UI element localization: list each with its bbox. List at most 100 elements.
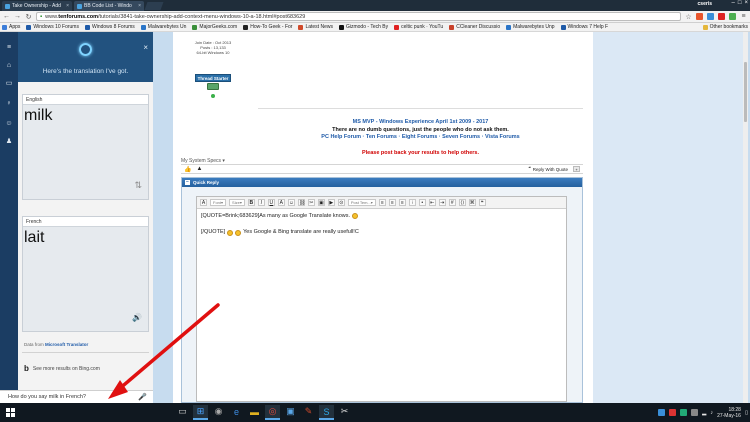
ordered-list-icon[interactable]: ⁝ [408, 199, 416, 206]
bookmark-item[interactable]: celtic punk · YouTu [394, 24, 443, 30]
align-center-icon[interactable]: ≡ [388, 199, 396, 206]
profile-name[interactable]: cseris [698, 1, 712, 7]
bookmark-item[interactable]: CCleaner Discussio [449, 24, 500, 30]
bookmark-item[interactable]: How-To Geek - For [243, 24, 292, 30]
unordered-list-icon[interactable]: • [418, 199, 426, 206]
bold-icon[interactable]: B [247, 199, 255, 206]
post-icons-select[interactable]: Post Tem... ▾ [347, 199, 376, 206]
bookmark-item[interactable]: Malwarebytes Un [140, 24, 186, 30]
extension-icon[interactable] [718, 13, 725, 20]
clock[interactable]: 18:28 27-May-16 [717, 407, 741, 419]
code-icon[interactable]: ⟨⟩ [458, 199, 466, 206]
tray-app-icon[interactable] [680, 409, 688, 416]
paint-icon[interactable]: ✎ [301, 405, 316, 420]
page-scrollbar[interactable] [743, 32, 748, 403]
multi-quote-button[interactable]: + [573, 166, 580, 172]
reply-editor[interactable]: A Font ▾ Size ▾ B I U A ☺ ⛓ ✂ ▣ ▶ ⊙ Post… [196, 196, 567, 402]
microsoft-translator-link[interactable]: Microsoft Translator [45, 342, 88, 347]
tray-app-icon[interactable] [691, 409, 699, 416]
bookmark-item[interactable]: Latest News [298, 24, 333, 30]
snipping-tool-icon[interactable]: ✂ [337, 405, 352, 420]
outdent-icon[interactable]: ⇤ [428, 199, 436, 206]
tab-close-icon[interactable]: × [66, 3, 69, 9]
warning-icon[interactable]: ▲ [196, 166, 202, 172]
circle-app-icon[interactable]: ◉ [211, 405, 226, 420]
cortana-search-input[interactable]: How do you say milk in French? 🎤 [0, 390, 153, 403]
network-icon[interactable]: ▂ [702, 410, 706, 416]
collapse-icon[interactable]: − [185, 180, 190, 185]
underline-icon[interactable]: U [267, 199, 275, 206]
feedback-icon[interactable]: ☺ [5, 120, 13, 128]
size-select[interactable]: Size ▾ [229, 199, 245, 206]
php-icon[interactable]: ⌘ [468, 199, 476, 206]
extension-icon[interactable] [707, 13, 714, 20]
bookmark-star-icon[interactable]: ☆ [685, 13, 692, 21]
bookmark-item[interactable]: Windows 10 Forums [26, 24, 79, 30]
source-language[interactable]: English [23, 95, 148, 105]
chrome-icon[interactable]: ◎ [265, 405, 280, 420]
remove-format-icon[interactable]: A [200, 199, 207, 206]
extension-icon[interactable] [729, 13, 736, 20]
reload-icon[interactable]: ↻ [25, 13, 32, 21]
bookmark-item[interactable]: Windows 7 Help F [560, 24, 608, 30]
scrollbar-thumb[interactable] [744, 62, 747, 122]
align-left-icon[interactable]: ≡ [378, 199, 386, 206]
link-icon[interactable]: ⛓ [297, 199, 305, 206]
file-explorer-icon[interactable]: ▬ [247, 405, 262, 420]
swap-languages-icon[interactable]: ⇅ [134, 180, 142, 191]
back-arrow-icon[interactable]: ← [3, 13, 10, 20]
notebook-icon[interactable]: ▭ [5, 80, 13, 88]
page-info-icon[interactable]: ▪ [40, 14, 42, 20]
bookmark-item[interactable]: Malwarebytes Unp [506, 24, 555, 30]
quote-icon[interactable]: ❝ [478, 199, 486, 206]
taskbar-search-area[interactable] [22, 404, 172, 421]
font-select[interactable]: Font ▾ [210, 199, 227, 206]
home-icon[interactable]: ⌂ [5, 62, 13, 70]
volume-icon[interactable]: ♪ [710, 410, 713, 416]
notifications-icon[interactable]: ▯ [745, 410, 748, 416]
skype-icon[interactable]: S [319, 405, 334, 420]
account-icon[interactable]: ♟ [5, 138, 13, 146]
image-icon[interactable]: ▣ [317, 199, 325, 206]
tab-take-ownership[interactable]: Take Ownership - Add × [2, 1, 72, 11]
minimize-icon[interactable]: – [732, 0, 735, 6]
bookmark-item[interactable]: Windows 8 Forums [84, 24, 135, 30]
bookmark-apps[interactable]: Apps [2, 24, 20, 30]
forward-arrow-icon[interactable]: → [14, 13, 21, 20]
edge-icon[interactable]: e [229, 405, 244, 420]
align-right-icon[interactable]: ≡ [398, 199, 406, 206]
speaker-icon[interactable]: 🔊 [132, 313, 142, 322]
tab-close-icon[interactable]: × [138, 3, 141, 9]
thumbs-up-icon[interactable]: 👍 [184, 166, 191, 173]
tray-app-icon[interactable] [658, 409, 666, 416]
reply-with-quote-button[interactable]: ❝ Reply With Quote [528, 166, 568, 172]
lightbulb-icon[interactable]: ♀ [5, 100, 13, 108]
new-tab-button[interactable] [144, 2, 164, 10]
address-bar[interactable]: ▪ www.tenforums.com/tutorials/3841-take-… [36, 12, 681, 21]
other-bookmarks[interactable]: Other bookmarks [702, 24, 748, 30]
bookmark-item[interactable]: MajorGeeks.com [192, 24, 237, 30]
editor-text[interactable]: [QUOTE=Brink;683629]As many as Google Tr… [197, 209, 566, 240]
start-button[interactable] [2, 404, 19, 421]
unlink-icon[interactable]: ✂ [307, 199, 315, 206]
indent-icon[interactable]: ⇥ [438, 199, 446, 206]
maximize-icon[interactable]: □ [738, 0, 742, 6]
task-view-icon[interactable]: ▭ [175, 405, 190, 420]
close-icon[interactable]: × [143, 43, 148, 52]
text-color-icon[interactable]: A [277, 199, 285, 206]
smilie-icon[interactable]: ☺ [287, 199, 295, 206]
signature-links[interactable]: PC Help Forum · Ten Forums · Eight Forum… [258, 134, 583, 142]
see-more-bing-link[interactable]: b See more results on Bing.com [24, 364, 100, 373]
photos-icon[interactable]: ▣ [283, 405, 298, 420]
menu-icon[interactable]: ≡ [740, 13, 747, 20]
wrap-tag-icon[interactable]: # [448, 199, 456, 206]
tab-bb-code-list[interactable]: BB Code List - Windo × [74, 1, 144, 11]
close-window-icon[interactable]: × [744, 0, 748, 6]
attach-icon[interactable]: ⊙ [337, 199, 345, 206]
windows-logo-app-icon[interactable]: ⊞ [193, 405, 208, 420]
tray-app-icon[interactable] [669, 409, 677, 416]
target-language[interactable]: French [23, 217, 148, 227]
quick-reply-header[interactable]: − Quick Reply [182, 178, 582, 187]
extension-icon[interactable] [696, 13, 703, 20]
hamburger-icon[interactable]: ≡ [5, 44, 13, 52]
